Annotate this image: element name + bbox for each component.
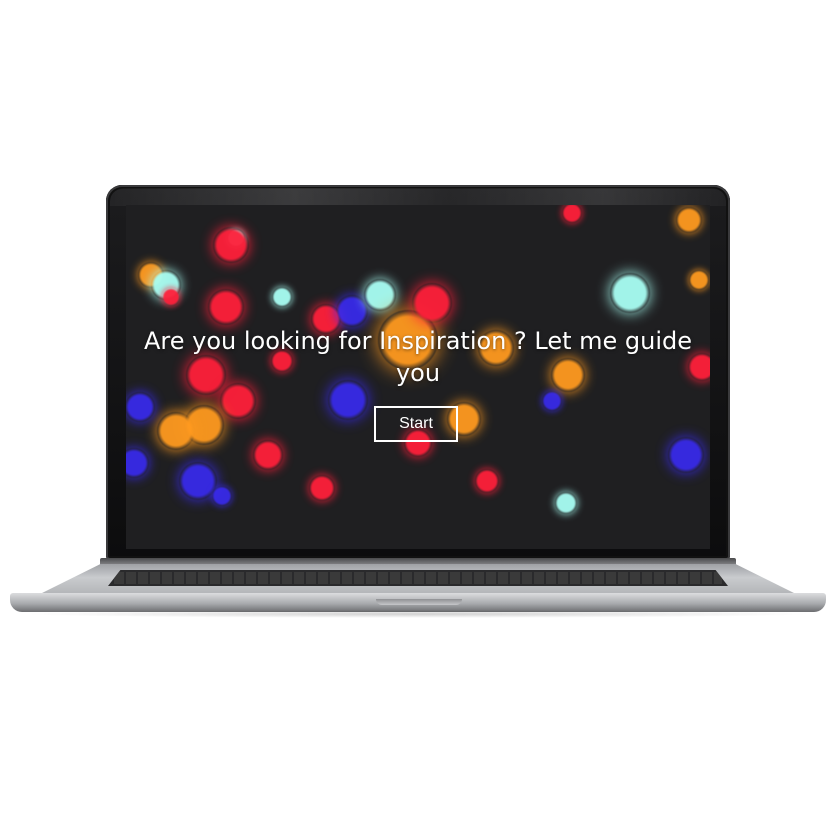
laptop-shadow	[20, 610, 816, 618]
hero-headline: Are you looking for Inspiration ? Let me…	[143, 327, 693, 387]
lid-reflection	[110, 188, 726, 206]
hero-section: Are you looking for Inspiration ? Let me…	[126, 205, 710, 549]
laptop-keyboard	[108, 570, 728, 586]
laptop-screen: Are you looking for Inspiration ? Let me…	[126, 205, 710, 549]
laptop-mockup: Are you looking for Inspiration ? Let me…	[0, 0, 835, 835]
start-button[interactable]: Start	[374, 406, 458, 442]
laptop-opening-notch	[376, 599, 462, 605]
